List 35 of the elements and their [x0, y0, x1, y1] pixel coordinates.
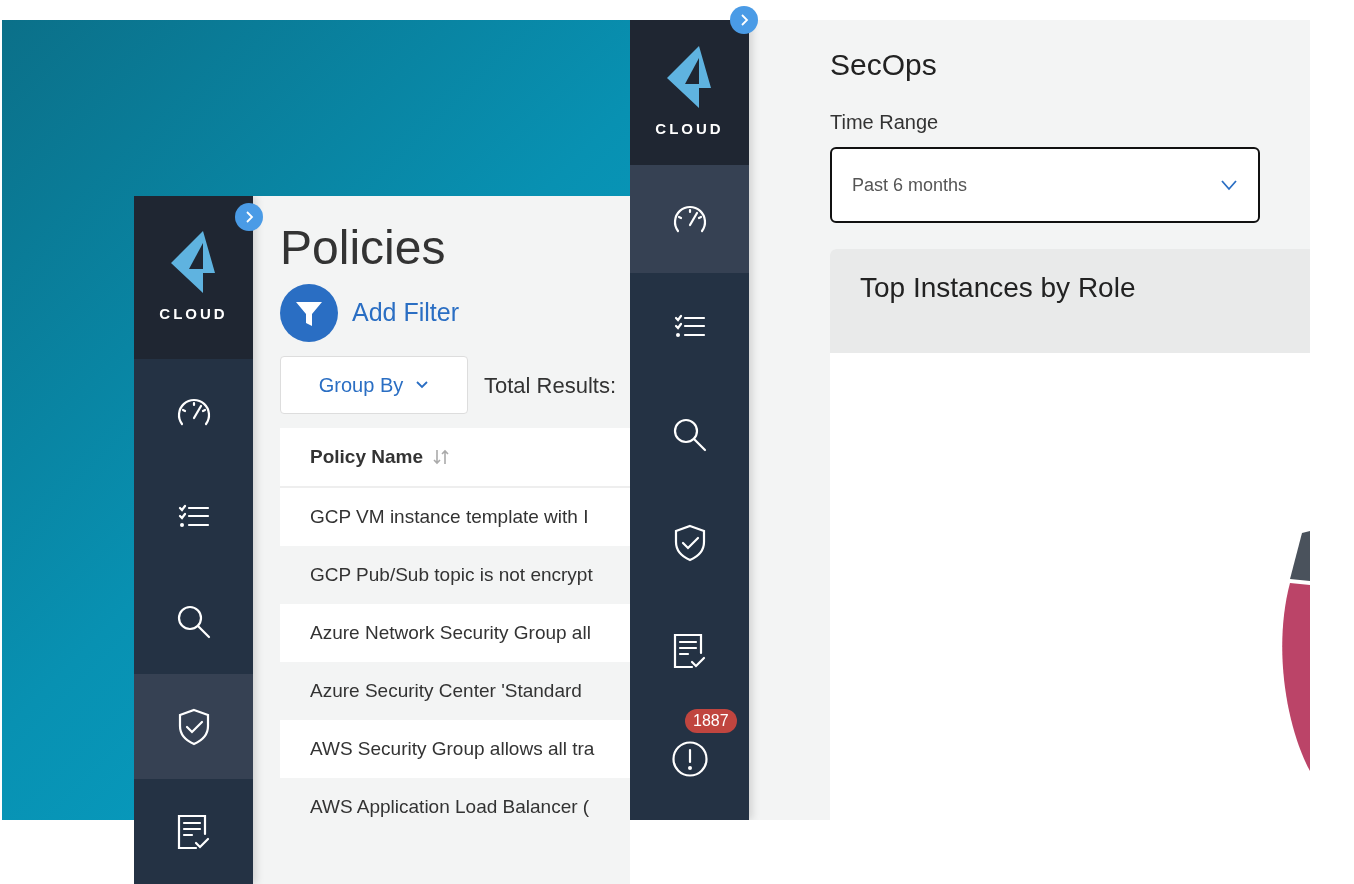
- checklist-icon: [177, 503, 210, 530]
- shield-icon: [672, 524, 707, 562]
- chevron-right-icon: [243, 210, 255, 224]
- nav-item[interactable]: 1887: [630, 705, 749, 813]
- page-title: SecOps: [830, 47, 938, 83]
- table-row[interactable]: AWS Security Group allows all tra: [280, 720, 630, 778]
- document-check-icon: [175, 812, 212, 851]
- total-results-label: Total Results:: [484, 371, 617, 400]
- column-title: Policy Name: [310, 444, 423, 469]
- column-header[interactable]: Policy Name: [280, 428, 630, 488]
- page-title: Policies: [280, 224, 447, 272]
- count-badge: 1887: [685, 709, 737, 733]
- document-check-icon: [671, 632, 708, 670]
- table-row[interactable]: GCP VM instance template with I: [280, 488, 630, 546]
- filter-button[interactable]: [280, 284, 338, 342]
- table-row[interactable]: GCP Pub/Sub topic is not encrypt: [280, 546, 630, 604]
- table-row[interactable]: AWS Application Load Balancer (: [280, 778, 630, 836]
- logo-text: CLOUD: [159, 304, 228, 325]
- expand-button[interactable]: [730, 6, 758, 34]
- group-by-dropdown[interactable]: Group By: [280, 356, 468, 414]
- card-title: Top Instances by Role: [830, 249, 1310, 353]
- add-filter-label: Add Filter: [352, 297, 459, 329]
- shield-icon: [176, 707, 211, 746]
- time-range-dropdown[interactable]: Past 6 months: [830, 147, 1260, 223]
- chevron-down-icon: [415, 380, 430, 390]
- chevron-right-icon: [738, 13, 750, 27]
- add-filter-button[interactable]: Add Filter: [280, 284, 459, 342]
- exclamation-circle-icon: [670, 740, 709, 778]
- logo-text: CLOUD: [655, 119, 724, 140]
- sort-icon[interactable]: [433, 448, 449, 466]
- chevron-down-icon: [1220, 179, 1238, 191]
- checklist-icon: [673, 314, 706, 340]
- field-label: Time Range: [830, 110, 940, 135]
- table-row[interactable]: Azure Security Center 'Standard: [280, 662, 630, 720]
- table-row[interactable]: Azure Network Security Group all: [280, 604, 630, 662]
